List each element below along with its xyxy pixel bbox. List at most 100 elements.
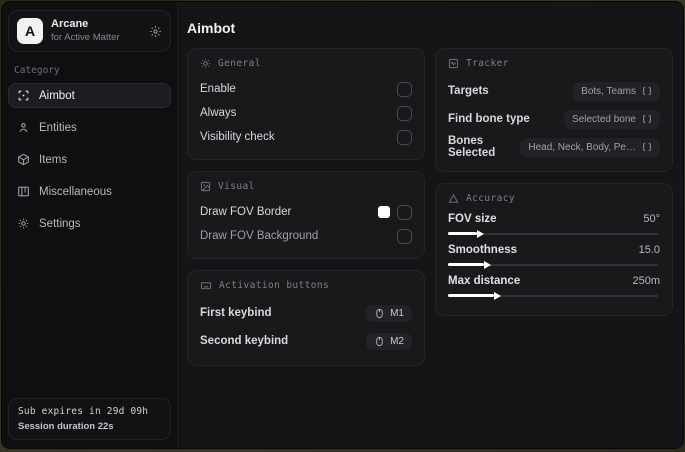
activity-icon [448,58,459,69]
card-header-label: Tracker [466,58,509,69]
select-brackets-icon [642,114,652,124]
gear-icon [17,217,30,230]
sub-expires-text: Sub expires in 29d 09h [18,406,149,417]
select-brackets-icon [642,142,652,152]
find-bone-type-dropdown[interactable]: Selected bone [564,109,660,129]
activation-buttons-card: Activation buttons First keybind M1 Seco… [187,270,425,366]
sidebar-item-settings[interactable]: Settings [8,211,171,236]
slider-fill [448,232,478,235]
setting-row-visibility-check: Visibility check [200,126,412,148]
session-duration-text: Session duration 22s [18,421,114,432]
keybind-value: M1 [390,307,404,319]
setting-label: Visibility check [200,131,275,143]
setting-row-second-keybind: Second keybind M2 [200,328,412,354]
sidebar-item-label: Entities [39,121,77,134]
sun-settings-icon [200,58,211,69]
setting-row-always: Always [200,102,412,124]
brand-logo: A [17,18,43,45]
mouse-icon [374,308,385,319]
slider-label: Smoothness [448,244,518,256]
setting-row-draw-fov-background: Draw FOV Background [200,225,412,247]
sidebar: A Arcane for Active Matter Category Aimb… [2,2,178,448]
entities-icon [17,121,30,134]
setting-label: Draw FOV Border [200,206,292,218]
sidebar-item-items[interactable]: Items [8,147,171,172]
setting-label: Draw FOV Background [200,230,319,242]
left-column: General Enable Always Visibility check V… [187,48,425,366]
visibility-check-checkbox[interactable] [397,129,412,145]
sidebar-item-label: Aimbot [39,89,75,102]
enable-checkbox[interactable] [397,81,412,97]
dropdown-value: Selected bone [572,113,636,125]
main-content: Aimbot General Enable Always Visibility … [178,2,683,448]
slider-value: 15.0 [638,244,660,256]
setting-label: Targets [448,85,489,97]
setting-row-targets: Targets Bots, Teams [448,78,660,104]
brand-subtitle: for Active Matter [51,31,120,43]
setting-row-draw-fov-border: Draw FOV Border [200,201,412,223]
slider-label: Max distance [448,275,521,287]
slider-value: 250m [632,275,660,287]
sidebar-nav: Aimbot Entities Items Miscellaneous Sett… [8,83,171,236]
page-title: Aimbot [187,20,236,36]
slider-value: 50° [643,213,660,225]
visual-card: Visual Draw FOV Border Draw FOV Backgrou… [187,171,425,259]
slider-label: FOV size [448,213,497,225]
card-header-label: Visual [218,181,255,192]
slider-row-fov-size: FOV size 50° [448,213,660,238]
second-keybind-button[interactable]: M2 [366,332,412,350]
max-distance-slider[interactable] [448,291,658,300]
keyboard-icon [200,280,212,291]
setting-label: Always [200,107,237,119]
brand-card: A Arcane for Active Matter [8,10,171,53]
sidebar-item-label: Settings [39,217,81,230]
setting-row-enable: Enable [200,78,412,100]
keybind-value: M2 [390,335,404,347]
crosshair-scan-icon [17,89,30,102]
slider-fill [448,263,484,266]
setting-label: First keybind [200,307,272,319]
setting-row-find-bone-type: Find bone type Selected bone [448,106,660,132]
right-column: Tracker Targets Bots, Teams Find bone ty… [435,48,673,316]
draw-fov-background-checkbox[interactable] [397,228,412,244]
accuracy-card: Accuracy FOV size 50° Smoothness 15.0 Ma… [435,183,673,316]
slider-fill [448,294,495,297]
sidebar-item-miscellaneous[interactable]: Miscellaneous [8,179,171,204]
setting-label: Bones Selected [448,135,496,159]
dropdown-value: Bots, Teams [581,85,636,97]
card-header-label: Accuracy [466,193,515,204]
sidebar-item-entities[interactable]: Entities [8,115,171,140]
setting-label: Find bone type [448,113,530,125]
panels-icon [17,185,30,198]
mouse-icon [374,336,385,347]
slider-row-max-distance: Max distance 250m [448,275,660,300]
fov-size-slider[interactable] [448,229,658,238]
app-window: A Arcane for Active Matter Category Aimb… [1,1,684,449]
always-checkbox[interactable] [397,105,412,121]
general-card: General Enable Always Visibility check [187,48,425,160]
cube-icon [17,153,30,166]
sidebar-item-label: Items [39,153,68,166]
sidebar-item-aimbot[interactable]: Aimbot [8,83,171,109]
setting-row-first-keybind: First keybind M1 [200,300,412,326]
fov-border-color-swatch[interactable] [378,206,390,218]
setting-row-bones-selected: Bones Selected Head, Neck, Body, Pe… [448,134,660,160]
bones-selected-dropdown[interactable]: Head, Neck, Body, Pe… [520,137,660,157]
setting-label: Second keybind [200,335,289,347]
targets-dropdown[interactable]: Bots, Teams [573,81,660,101]
draw-fov-border-checkbox[interactable] [397,204,412,220]
brand-text: Arcane for Active Matter [51,18,141,44]
gear-icon[interactable] [149,25,162,38]
first-keybind-button[interactable]: M1 [366,304,412,322]
brand-name: Arcane [51,18,89,30]
subscription-footer: Sub expires in 29d 09h Session duration … [8,398,171,440]
dropdown-value: Head, Neck, Body, Pe… [528,141,636,153]
slider-row-smoothness: Smoothness 15.0 [448,244,660,269]
sidebar-item-label: Miscellaneous [39,185,112,198]
category-label: Category [14,65,60,77]
smoothness-slider[interactable] [448,260,658,269]
setting-label: Enable [200,83,236,95]
tracker-card: Tracker Targets Bots, Teams Find bone ty… [435,48,673,172]
image-icon [200,181,211,192]
select-brackets-icon [642,86,652,96]
